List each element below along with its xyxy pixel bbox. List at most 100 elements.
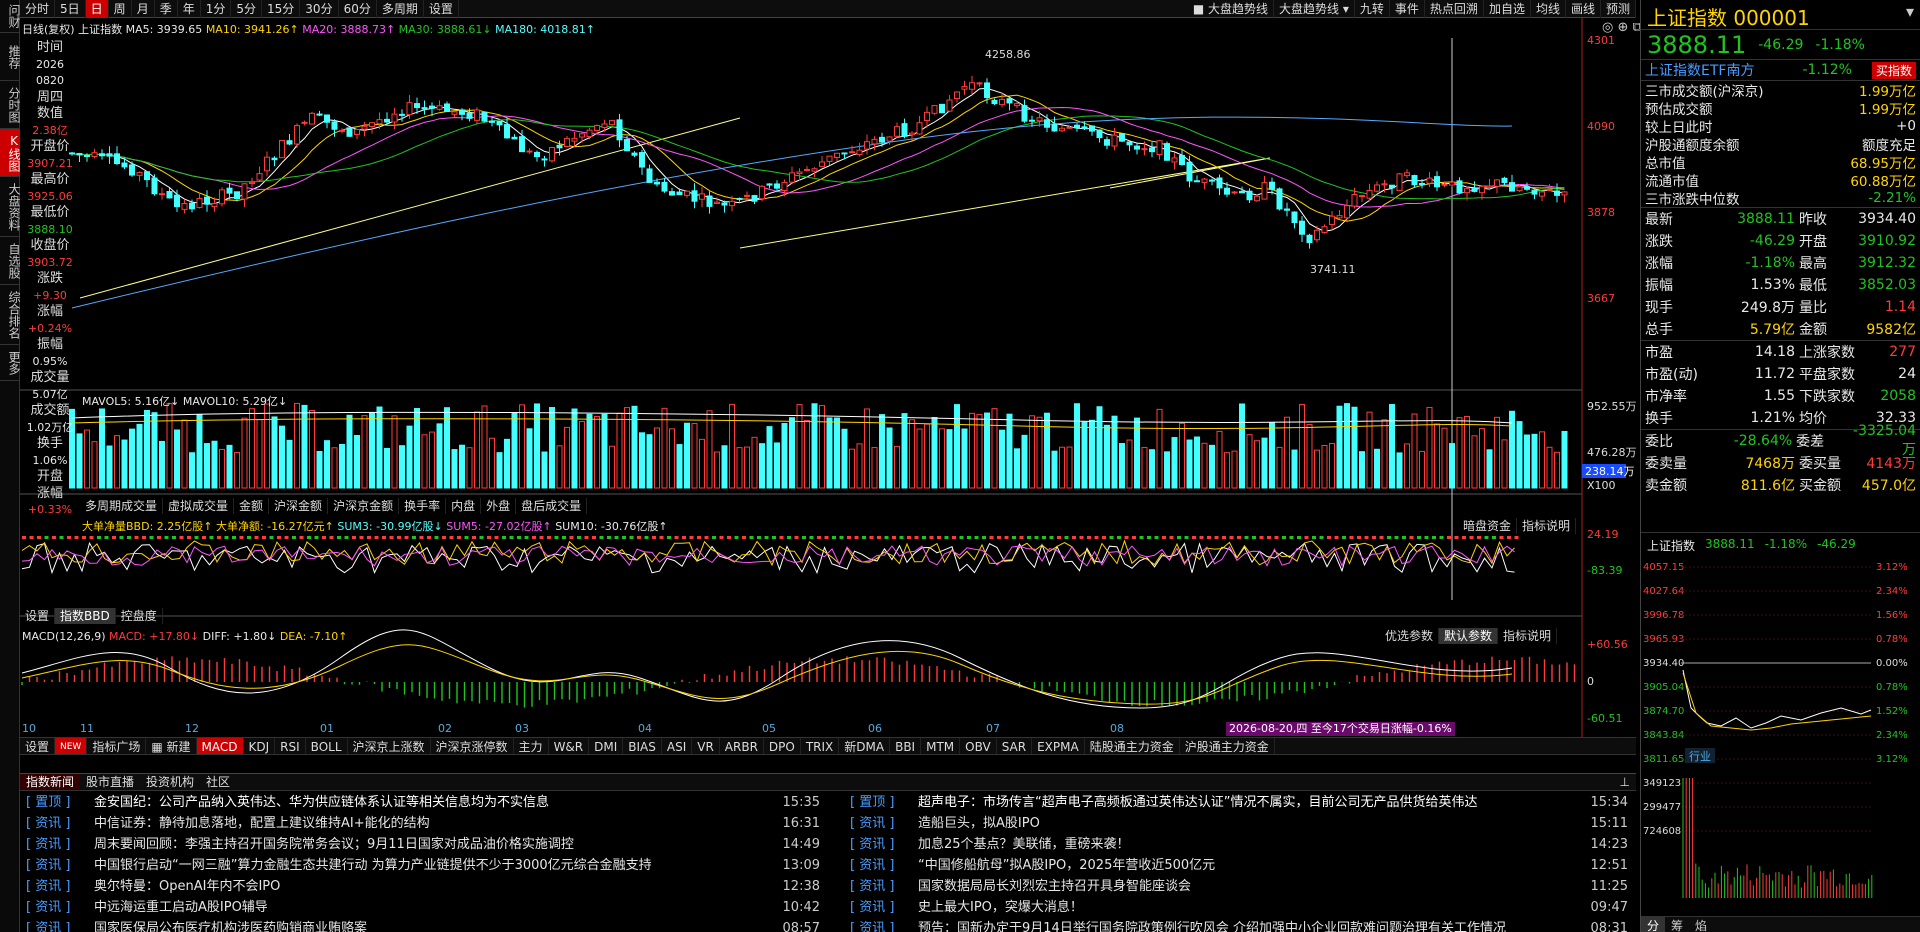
vol-tab[interactable]: 金额 [234, 498, 270, 514]
news-row[interactable]: [ 资讯 ] 史上最大IPO，突爆大消息！ 09:47 [850, 897, 1628, 918]
indicator-square-tab[interactable]: 指标广场 [87, 738, 147, 754]
mini-industry-tag[interactable]: 行业 [1689, 750, 1711, 763]
news-tab-index[interactable]: 指数新闻 [20, 774, 81, 790]
vol-tab[interactable]: 内盘 [446, 498, 482, 514]
left-tab-wencai[interactable]: 问财 [0, 0, 21, 33]
trendline-toggle-2[interactable]: 大盘趋势线 ▾ [1274, 0, 1355, 18]
news-row[interactable]: [ 资讯 ] 加息25个基点？美联储，重磅来袭！ 14:23 [850, 834, 1628, 855]
news-tab-community[interactable]: 社区 [200, 774, 236, 790]
period-1min[interactable]: 1分 [201, 0, 232, 18]
period-5min[interactable]: 5分 [231, 0, 263, 18]
left-tab-recommend[interactable]: 推荐 [0, 33, 21, 81]
period-day[interactable]: 日 [85, 0, 109, 18]
left-tab-timeshare[interactable]: 分时图 [0, 81, 21, 129]
vol-tab[interactable]: 沪深金额 [269, 498, 329, 514]
event-button[interactable]: 事件 [1390, 0, 1425, 18]
ind-tab[interactable]: VR [692, 738, 720, 754]
buy-index-button[interactable]: 买指数 [1871, 61, 1916, 79]
vol-tab[interactable]: 盘后成交量 [516, 498, 588, 514]
optimized-params-button[interactable]: 优选参数 [1380, 628, 1440, 644]
hotspot-button[interactable]: 热点回溯 [1425, 0, 1484, 18]
news-row[interactable]: [ 资讯 ] 国家医保局公布医疗机构涉医药购销商业贿赂案 08:57 [26, 918, 820, 932]
period-quarter[interactable]: 季 [155, 0, 178, 18]
new-indicator-tab[interactable]: ▦ 新建 [146, 738, 197, 754]
bbd-settings-tab[interactable]: 设置 [20, 608, 56, 624]
ind-tab[interactable]: 新DMA [839, 738, 891, 754]
default-params-button[interactable]: 默认参数 [1439, 628, 1499, 644]
add-watchlist-button[interactable]: 加自选 [1484, 0, 1531, 18]
ind-tab[interactable]: BBI [890, 738, 922, 754]
period-15min[interactable]: 15分 [262, 0, 301, 18]
ind-tab[interactable]: ASI [662, 738, 693, 754]
ind-tab-macd[interactable]: MACD [196, 738, 244, 754]
ind-tab[interactable]: OBV [960, 738, 997, 754]
mini-chart[interactable]: 上证指数 3888.11 -1.18% -46.29 4057.15 4027.6… [1641, 532, 1920, 932]
bbd-control-tab[interactable]: 控盘度 [116, 608, 163, 624]
period-60min[interactable]: 60分 [339, 0, 377, 18]
ind-tab[interactable]: ARBR [720, 738, 764, 754]
period-multi[interactable]: 多周期 [377, 0, 424, 18]
vol-tab[interactable]: 虚拟成交量 [163, 498, 235, 514]
draw-button[interactable]: 画线 [1566, 0, 1601, 18]
bbd-index-tab[interactable]: 指数BBD [55, 608, 116, 624]
ind-tab[interactable]: BOLL [306, 738, 348, 754]
forecast-button[interactable]: 预测 [1601, 0, 1636, 18]
news-tab-institution[interactable]: 投资机构 [140, 774, 200, 790]
news-tab-live[interactable]: 股市直播 [80, 774, 140, 790]
news-row[interactable]: [ 资讯 ] 中国银行启动“一网三融”算力金融生态共建行动 为算力产业链提供不少于… [26, 855, 820, 876]
ind-tab[interactable]: 沪深京上涨数 [348, 738, 431, 754]
ind-tab[interactable]: SAR [997, 738, 1033, 754]
news-row[interactable]: [ 资讯 ] 中远海运重工启动A股IPO辅导 10:42 [26, 897, 820, 918]
mini-tab-chips[interactable]: 筹 [1665, 917, 1689, 932]
news-row[interactable]: [ 资讯 ] 预告：国新办定于9月14日举行国务院政策例行吹风会 介绍加强中小企业… [850, 918, 1628, 932]
ind-tab[interactable]: MTM [921, 738, 961, 754]
vol-tab[interactable]: 多周期成交量 [80, 498, 164, 514]
news-row[interactable]: [ 资讯 ] 国家数据局局长刘烈宏主持召开具身智能座谈会 11:25 [850, 876, 1628, 897]
ma-button[interactable]: 均线 [1531, 0, 1566, 18]
more-menu-icon[interactable]: ▾ [1906, 2, 1914, 21]
ind-tab[interactable]: TRIX [801, 738, 840, 754]
ind-tab[interactable]: W&R [549, 738, 590, 754]
mini-tab-timeshare[interactable]: 分 [1641, 917, 1666, 932]
ind-tab[interactable]: 主力 [514, 738, 549, 754]
period-week[interactable]: 周 [109, 0, 132, 18]
ind-settings-tab[interactable]: 设置 [20, 738, 56, 754]
bbd-help-button[interactable]: 指标说明 [1517, 518, 1577, 534]
news-row[interactable]: [ 置顶 ] 超声电子：市场传言“超声电子高频板通过英伟达认证”情况不属实，目前公… [850, 792, 1628, 813]
ind-tab[interactable]: 沪股通主力资金 [1180, 738, 1275, 754]
news-row[interactable]: [ 资讯 ] 周末要闻回顾：李强主持召开国务院常务会议；9月11日国家对成品油价格… [26, 834, 820, 855]
left-tab-market-info[interactable]: 大盘资料 [0, 177, 21, 237]
ind-tab[interactable]: DPO [764, 738, 801, 754]
ind-tab[interactable]: EXPMA [1032, 738, 1085, 754]
ind-tab[interactable]: RSI [275, 738, 306, 754]
vol-tab[interactable]: 外盘 [481, 498, 517, 514]
macd-help-button[interactable]: 指标说明 [1498, 628, 1558, 644]
left-tab-more[interactable]: 更多 [0, 345, 21, 381]
mini-tab-flame[interactable]: 焰 [1689, 917, 1713, 932]
ind-tab[interactable]: 陆股通主力资金 [1085, 738, 1180, 754]
left-tab-kline[interactable]: K线图 [0, 129, 21, 177]
ind-tab[interactable]: KDJ [244, 738, 276, 754]
period-5day[interactable]: 5日 [55, 0, 86, 18]
pin-icon[interactable]: ⊥ [1614, 774, 1636, 790]
period-30min[interactable]: 30分 [300, 0, 339, 18]
news-row[interactable]: [ 资讯 ] 中信证券：静待加息落地，配置上建议维持AI+能化的结构 16:31 [26, 813, 820, 834]
jiuzhuan-button[interactable]: 九转 [1355, 0, 1390, 18]
news-row[interactable]: [ 置顶 ] 金安国纪：公司产品纳入英伟达、华为供应链体系认证等相关信息均为不实信… [26, 792, 820, 813]
left-tab-ranking[interactable]: 综合排名 [0, 285, 21, 345]
news-row[interactable]: [ 资讯 ] “中国修船航母”拟A股IPO，2025年营收近500亿元 12:51 [850, 855, 1628, 876]
trendline-toggle-1[interactable]: ■ 大盘趋势线 [1188, 0, 1275, 18]
etf-link[interactable]: 上证指数ETF南方 [1645, 60, 1802, 80]
left-tab-watchlist[interactable]: 自选股 [0, 237, 21, 285]
news-row[interactable]: [ 资讯 ] 奥尔特曼：OpenAI年内不会IPO 12:38 [26, 876, 820, 897]
ind-tab[interactable]: DMI [589, 738, 624, 754]
news-row[interactable]: [ 资讯 ] 造船巨头，拟A股IPO 15:11 [850, 813, 1628, 834]
ind-tab[interactable]: 沪深京涨停数 [431, 738, 514, 754]
period-month[interactable]: 月 [132, 0, 155, 18]
settings-button[interactable]: 设置 [424, 0, 459, 18]
period-year[interactable]: 年 [178, 0, 201, 18]
vol-tab[interactable]: 沪深京金额 [328, 498, 400, 514]
period-timeshare[interactable]: 分时 [20, 0, 56, 18]
ind-tab[interactable]: BIAS [623, 738, 662, 754]
vol-tab[interactable]: 换手率 [399, 498, 447, 514]
